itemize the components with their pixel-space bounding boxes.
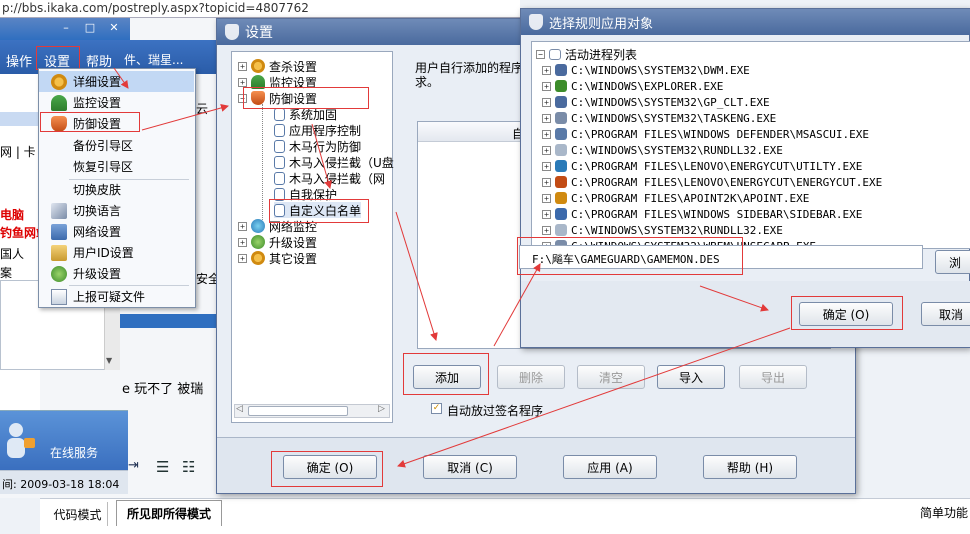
arrow-add-to-select [493, 263, 541, 347]
arrow-tree-to-whitelist [311, 123, 332, 189]
arrow-ok-to-settings-ok [397, 327, 791, 468]
arrow-defense-to-tree [141, 104, 229, 131]
arrow-menu-to-defense [113, 67, 129, 89]
arrow-whitelist-to-add [395, 211, 438, 341]
annotation-arrows [113, 67, 791, 468]
arrow-path-to-ok [699, 285, 769, 312]
